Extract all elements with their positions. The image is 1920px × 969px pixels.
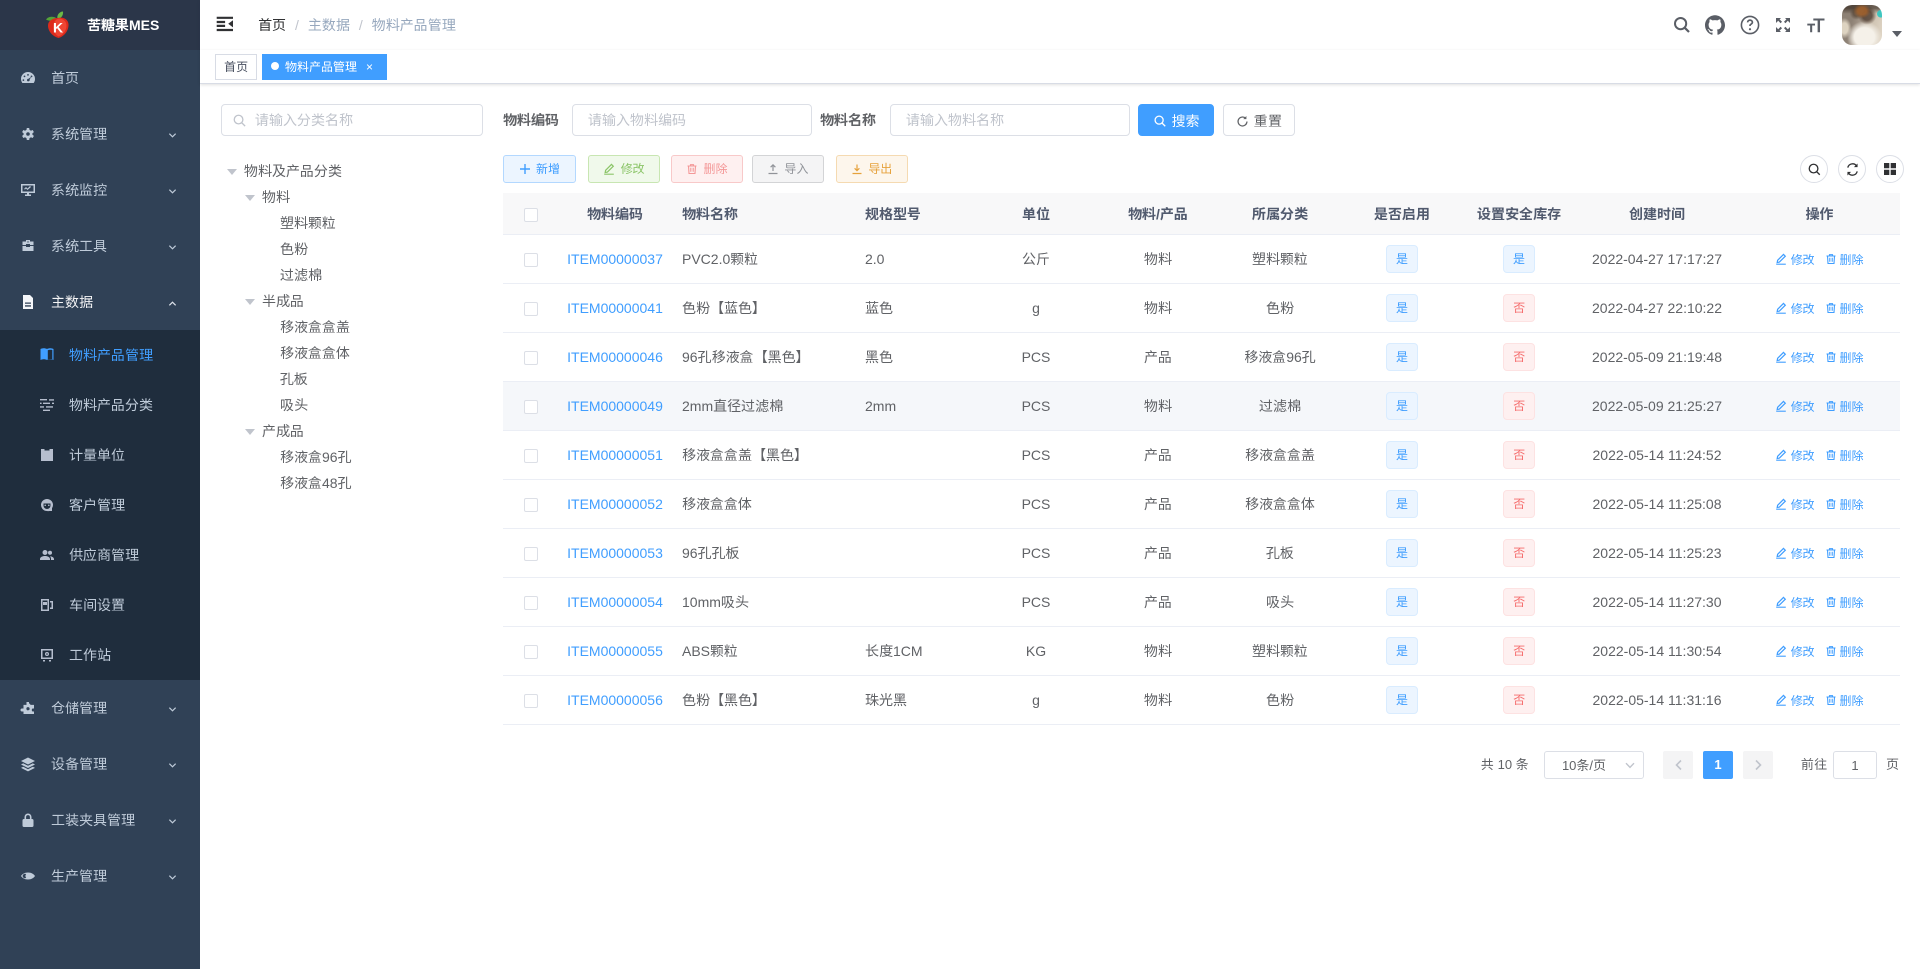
- svg-text:K: K: [53, 20, 63, 36]
